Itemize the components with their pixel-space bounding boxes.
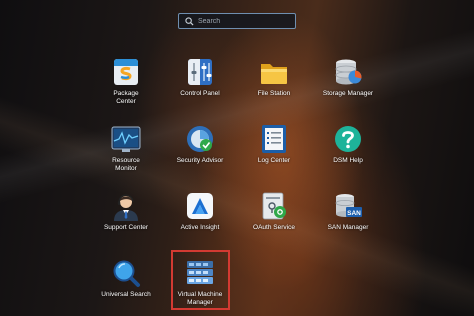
app-file-station[interactable]: File Station bbox=[238, 57, 310, 98]
storage-manager-icon bbox=[335, 59, 362, 85]
app-oauth-service[interactable]: OAuth Service bbox=[238, 191, 310, 232]
app-label: Universal Search bbox=[101, 291, 151, 298]
app-label: Support Center bbox=[103, 224, 149, 231]
app-log-center[interactable]: Log Center bbox=[238, 124, 310, 165]
app-label: OAuth Service bbox=[253, 224, 295, 231]
app-control-panel[interactable]: Control Panel bbox=[164, 57, 236, 98]
app-label: Resource Monitor bbox=[112, 157, 140, 172]
app-label: Virtual Machine Manager bbox=[177, 291, 223, 306]
app-resource-monitor[interactable]: Resource Monitor bbox=[90, 124, 162, 173]
help-icon bbox=[335, 126, 361, 152]
app-storage-manager[interactable]: Storage Manager bbox=[312, 57, 384, 98]
universal-search-icon bbox=[113, 260, 140, 287]
resource-monitor-icon bbox=[111, 126, 141, 152]
app-active-insight[interactable]: Active Insight bbox=[164, 191, 236, 232]
app-label: Security Advisor bbox=[176, 157, 224, 164]
app-label: Active Insight bbox=[180, 224, 220, 231]
search-icon bbox=[182, 14, 196, 28]
support-center-icon bbox=[114, 194, 138, 221]
log-center-icon bbox=[262, 125, 286, 153]
app-label: DSM Help bbox=[333, 157, 363, 164]
app-package-center[interactable]: Package Center bbox=[90, 57, 162, 106]
folder-icon bbox=[261, 64, 287, 84]
desktop: Package Center Control Panel File Statio… bbox=[0, 0, 474, 316]
app-label: Control Panel bbox=[180, 90, 220, 97]
virtual-machine-manager-icon bbox=[187, 261, 213, 284]
app-dsm-help[interactable]: DSM Help bbox=[312, 124, 384, 165]
active-insight-icon bbox=[187, 193, 213, 219]
app-label: Storage Manager bbox=[322, 90, 374, 97]
control-panel-icon bbox=[188, 59, 212, 85]
search-bar[interactable] bbox=[178, 13, 296, 29]
svg-text:SAN: SAN bbox=[347, 210, 361, 217]
app-virtual-machine-manager[interactable]: Virtual Machine Manager bbox=[164, 258, 236, 307]
app-san-manager[interactable]: SAN SAN Manager bbox=[312, 191, 384, 232]
app-label: Log Center bbox=[257, 157, 291, 164]
app-security-advisor[interactable]: Security Advisor bbox=[164, 124, 236, 165]
san-manager-icon: SAN bbox=[335, 194, 362, 217]
app-support-center[interactable]: Support Center bbox=[90, 191, 162, 232]
search-input[interactable] bbox=[196, 17, 295, 25]
app-label: Package Center bbox=[113, 90, 139, 105]
app-universal-search[interactable]: Universal Search bbox=[90, 258, 162, 299]
security-advisor-icon bbox=[187, 126, 213, 152]
package-center-icon bbox=[114, 59, 138, 85]
app-label: SAN Manager bbox=[327, 224, 369, 231]
oauth-service-icon bbox=[262, 192, 286, 220]
app-label: File Station bbox=[257, 90, 291, 97]
